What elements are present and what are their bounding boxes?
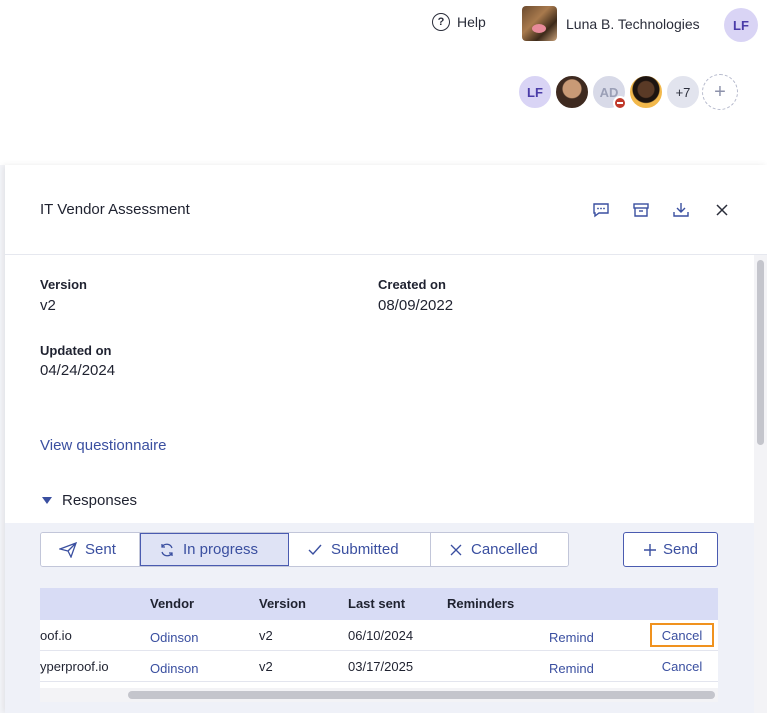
vendor-link[interactable]: Odinson — [150, 661, 198, 676]
remind-button[interactable]: Remind — [549, 630, 594, 645]
download-icon[interactable] — [671, 201, 691, 219]
caret-down-icon — [42, 497, 52, 504]
table-row: oof.io Odinson v2 06/10/2024 Remind Canc… — [40, 620, 718, 651]
vendor-link[interactable]: Odinson — [150, 630, 198, 645]
paper-plane-icon — [59, 541, 77, 558]
check-icon — [308, 544, 322, 555]
help-button[interactable]: ? Help — [432, 13, 486, 31]
assessment-panel: IT Vendor Assessment Version v2 Created … — [5, 165, 767, 713]
responses-label: Responses — [62, 492, 138, 509]
status-tabs: Sent In progress Submitted Cancelled — [40, 532, 569, 567]
updated-value: 04/24/2024 — [40, 362, 116, 379]
help-label: Help — [457, 14, 486, 30]
send-label: Send — [662, 541, 699, 558]
tab-label: Submitted — [331, 541, 399, 558]
version-label: Version — [40, 277, 87, 292]
refresh-icon — [161, 543, 173, 556]
last-sent-cell: 03/17/2025 — [348, 659, 414, 674]
tab-cancelled[interactable]: Cancelled — [431, 533, 568, 566]
last-sent-cell: 06/10/2024 — [348, 628, 414, 643]
collaborator-avatar[interactable] — [554, 74, 590, 110]
responses-toggle[interactable]: Responses — [42, 492, 137, 509]
created-label: Created on — [378, 277, 446, 292]
responses-table: Vendor Version Last sent Reminders oof.i… — [40, 588, 718, 702]
x-icon — [450, 544, 462, 555]
archive-icon[interactable] — [631, 201, 651, 219]
email-cell: oof.io — [40, 628, 72, 643]
column-header: Version — [259, 596, 306, 611]
updated-label: Updated on — [40, 343, 112, 358]
close-icon[interactable] — [712, 201, 732, 219]
column-header: Last sent — [348, 596, 406, 611]
plus-icon — [643, 543, 656, 556]
collaborator-avatar[interactable]: AD — [591, 74, 627, 110]
created-value: 08/09/2022 — [378, 297, 454, 314]
version-cell: v2 — [259, 628, 273, 643]
panel-header: IT Vendor Assessment — [5, 165, 767, 255]
organization-switcher[interactable]: Luna B. Technologies — [522, 6, 700, 41]
send-button[interactable]: Send — [623, 532, 718, 567]
version-cell: v2 — [259, 659, 273, 674]
table-header: Vendor Version Last sent Reminders — [40, 588, 718, 620]
blocked-icon — [613, 96, 627, 110]
collaborator-avatar[interactable] — [628, 74, 664, 110]
organization-name: Luna B. Technologies — [566, 15, 700, 32]
help-icon: ? — [432, 13, 450, 31]
collaborator-avatar[interactable]: LF — [517, 74, 553, 110]
page-header-area: LF AD +7 + — [0, 52, 767, 165]
comment-icon[interactable] — [591, 201, 611, 219]
add-collaborator-button[interactable]: + — [702, 74, 738, 110]
tab-label: Sent — [85, 541, 116, 558]
vertical-scrollbar[interactable] — [754, 255, 767, 713]
email-cell: yperproof.io — [40, 659, 109, 674]
tab-in-progress[interactable]: In progress — [140, 533, 289, 566]
tab-sent[interactable]: Sent — [41, 533, 140, 566]
cancel-button[interactable]: Cancel — [650, 623, 714, 647]
top-bar: ? Help Luna B. Technologies LF — [0, 0, 767, 52]
more-collaborators-button[interactable]: +7 — [665, 74, 701, 110]
horizontal-scrollbar[interactable] — [40, 688, 718, 702]
view-questionnaire-link[interactable]: View questionnaire — [40, 437, 166, 454]
scrollbar-thumb[interactable] — [757, 260, 764, 445]
column-header: Vendor — [150, 596, 195, 611]
cancel-button[interactable]: Cancel — [650, 654, 714, 678]
remind-button[interactable]: Remind — [549, 661, 594, 676]
table-row: yperproof.io Odinson v2 03/17/2025 Remin… — [40, 651, 718, 682]
organization-logo — [522, 6, 557, 41]
responses-section: Sent In progress Submitted Cancelled Sen… — [5, 523, 754, 713]
tab-label: In progress — [183, 541, 259, 558]
panel-title: IT Vendor Assessment — [40, 201, 190, 218]
tab-label: Cancelled — [471, 541, 538, 558]
tab-submitted[interactable]: Submitted — [289, 533, 431, 566]
scrollbar-thumb[interactable] — [128, 691, 715, 699]
column-header: Reminders — [447, 596, 515, 611]
version-value: v2 — [40, 297, 56, 314]
collaborator-avatars: LF AD +7 + — [517, 74, 739, 110]
user-avatar[interactable]: LF — [724, 8, 758, 42]
